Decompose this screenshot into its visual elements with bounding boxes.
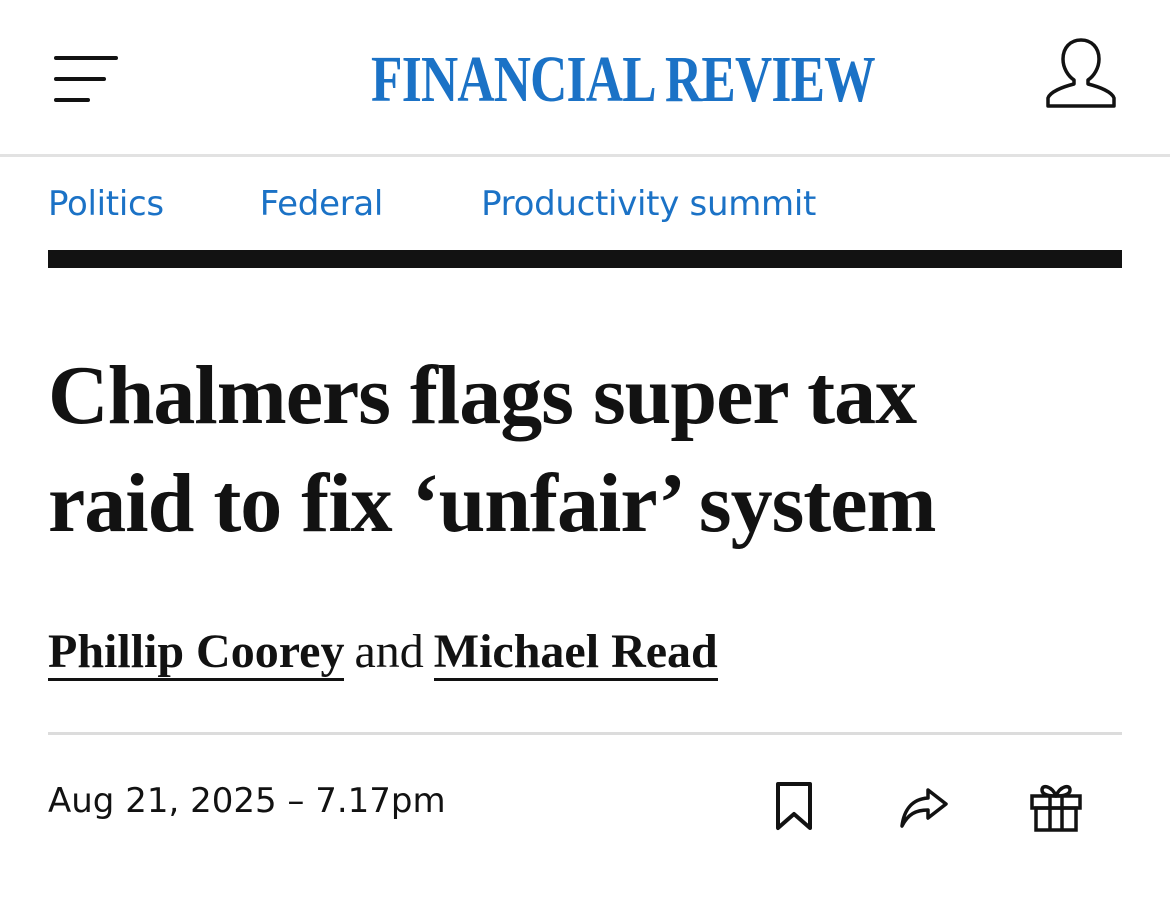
user-account-icon xyxy=(1046,38,1116,108)
bookmark-icon xyxy=(776,782,812,830)
masthead-logo[interactable]: FINANCIAL REVIEW xyxy=(300,40,876,120)
share-arrow-icon xyxy=(900,788,948,828)
breadcrumb: Politics Federal Productivity summit xyxy=(48,176,816,232)
headline-line-2: raid to fix ‘unfair’ system xyxy=(48,457,936,550)
headline-line-1: Chalmers flags super tax xyxy=(48,349,917,442)
site-header: FINANCIAL REVIEW xyxy=(0,0,1170,157)
account-button[interactable] xyxy=(1042,36,1120,110)
section-divider xyxy=(48,250,1122,268)
author-link-phillip-coorey[interactable]: Phillip Coorey xyxy=(48,625,345,681)
breadcrumb-federal[interactable]: Federal xyxy=(260,184,384,224)
article-headline: Chalmers flags super tax raid to fix ‘un… xyxy=(48,342,1122,558)
publish-date: Aug 21, 2025 – 7.17pm xyxy=(48,781,446,821)
byline: Phillip Coorey and Michael Read xyxy=(48,622,718,688)
hamburger-menu-icon xyxy=(54,56,118,102)
share-button[interactable] xyxy=(898,786,950,830)
byline-divider xyxy=(48,732,1122,735)
breadcrumb-politics[interactable]: Politics xyxy=(48,184,164,224)
breadcrumb-productivity-summit[interactable]: Productivity summit xyxy=(481,184,816,224)
gift-icon xyxy=(1030,784,1082,832)
author-link-michael-read[interactable]: Michael Read xyxy=(433,625,718,681)
masthead-text: FINANCIAL REVIEW xyxy=(371,43,876,116)
gift-button[interactable] xyxy=(1028,780,1084,834)
bookmark-button[interactable] xyxy=(770,780,818,834)
menu-button[interactable] xyxy=(52,52,120,108)
byline-joiner: and xyxy=(354,625,424,678)
